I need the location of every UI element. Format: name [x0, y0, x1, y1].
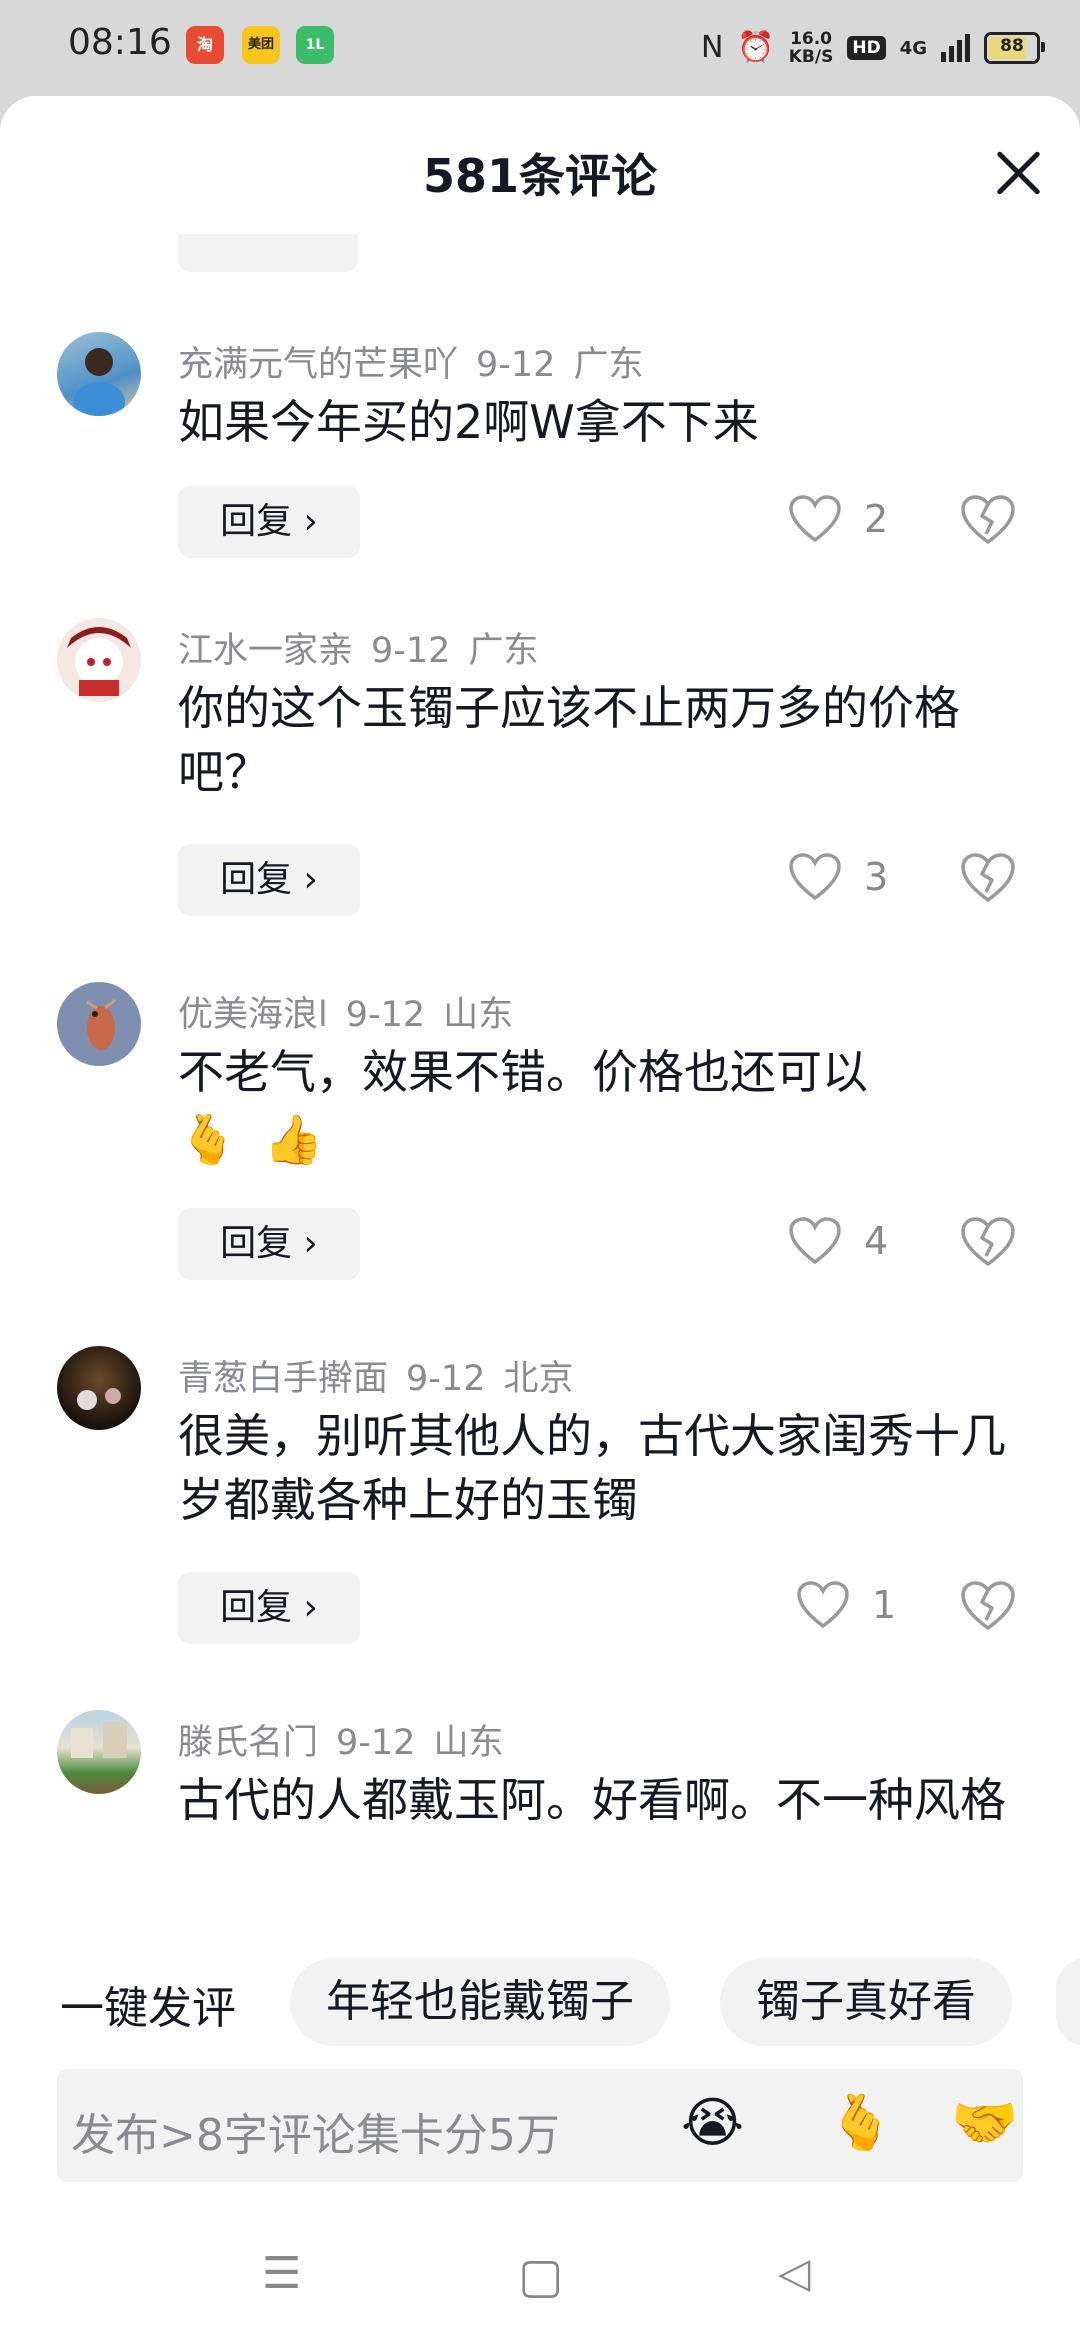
crying-laugh-emoji-button[interactable]: 😭 [681, 2091, 744, 2155]
quick-comment-label: 一键发评 [60, 1983, 236, 2034]
comment-input-placeholder: 发布>8字评论集卡分5万 [71, 2110, 560, 2161]
avatar[interactable] [57, 1346, 141, 1430]
status-bar: 08:16 淘 美团 1L N ⏰ 16.0 KB/S HD 4G 88 [0, 0, 1080, 96]
comment-text: 如果今年买的2啊W拿不下来 [178, 395, 759, 449]
comment-username[interactable]: 江水一家亲 [178, 631, 353, 671]
like-count: 3 [864, 855, 889, 899]
meituan-icon: 美团 [242, 26, 280, 64]
quick-comment-chip[interactable]: 年轻也能戴镯子 [290, 1958, 670, 2046]
comment-item: 青葱白手擀面 9-12 北京 很美，别听其他人的，古代大家闺秀十几岁都戴各种上好的玉… [0, 1346, 1080, 1644]
comment-username[interactable]: 滕氏名门 [178, 1723, 318, 1763]
comment-username[interactable]: 青葱白手擀面 [178, 1359, 388, 1399]
comment-location: 山东 [443, 995, 514, 1035]
like-control[interactable]: 4 [788, 1216, 888, 1266]
comment-emojis: 🫰 👍 [178, 1110, 324, 1170]
avatar[interactable] [57, 618, 141, 702]
green-app-icon: 1L [296, 26, 334, 64]
comment-location: 北京 [503, 1359, 574, 1399]
comment-text: 很美，别听其他人的，古代大家闺秀十几岁都戴各种上好的玉镯 [178, 1409, 1006, 1527]
like-count: 2 [864, 497, 889, 541]
avatar[interactable] [57, 982, 141, 1066]
comment-text: 古代的人都戴玉阿。好看啊。不一种风格 [178, 1773, 1006, 1827]
hd-badge: HD [847, 36, 886, 60]
comment-location: 山东 [433, 1723, 504, 1763]
reply-button[interactable]: 回复 › [178, 486, 360, 558]
quick-comment-chip[interactable]: 镯子真好看 [720, 1958, 1012, 2046]
comment-meta: 滕氏名门 9-12 山东 [178, 1714, 521, 1765]
like-control[interactable]: 3 [788, 852, 888, 902]
thumbs-up-emoji: 👍 [263, 1112, 324, 1168]
reply-button[interactable]: 回复 › [178, 1572, 360, 1644]
dislike-icon[interactable] [960, 1580, 1016, 1632]
comment-item: 江水一家亲 9-12 广东 你的这个玉镯子应该不止两万多的价格吧？ 回复 › 3 [0, 618, 1080, 916]
home-icon[interactable]: ▢ [518, 2248, 563, 2304]
comment-username[interactable]: 充满元气的芒果吖 [178, 345, 458, 385]
status-icons: N ⏰ 16.0 KB/S HD 4G 88 [700, 20, 1045, 76]
comment-item: 滕氏名门 9-12 山东 古代的人都戴玉阿。好看啊。不一种风格 [0, 1710, 1080, 1910]
comment-text: 不老气，效果不错。价格也还可以 [178, 1045, 868, 1099]
close-icon[interactable] [986, 140, 1050, 204]
comment-date: 9-12 [345, 995, 426, 1035]
comment-input[interactable]: 发布>8字评论集卡分5万 😭 🫰 🤝 [57, 2069, 1023, 2182]
comment-date: 9-12 [476, 345, 556, 385]
heart-icon[interactable] [796, 1580, 850, 1630]
dislike-icon[interactable] [960, 1216, 1016, 1268]
comment-meta: 优美海浪l 9-12 山东 [178, 986, 531, 1037]
comment-count-title: 581条评论 [422, 149, 658, 203]
network-speed: 16.0 KB/S [788, 29, 834, 67]
comment-meta: 江水一家亲 9-12 广东 [178, 622, 556, 673]
like-count: 1 [872, 1583, 897, 1627]
avatar[interactable] [57, 332, 141, 416]
alarm-icon: ⏰ [737, 30, 775, 65]
comment-date: 9-12 [371, 631, 451, 671]
quick-comment-chip-partial[interactable] [1056, 1958, 1080, 2046]
avatar[interactable] [57, 1710, 141, 1794]
signal-icon [941, 34, 970, 62]
battery-icon: 88 [984, 32, 1045, 64]
comment-item: 优美海浪l 9-12 山东 不老气，效果不错。价格也还可以 🫰 👍 回复 › 4 [0, 982, 1080, 1280]
comments-sheet: 581条评论 充满元气的芒果吖 9-12 广东 如果今年买的2啊W拿不下来 回复 ›… [0, 96, 1080, 2340]
like-control[interactable]: 1 [796, 1580, 896, 1630]
back-icon[interactable]: ◁ [778, 2248, 810, 2297]
comment-text: 你的这个玉镯子应该不止两万多的价格吧？ [178, 681, 960, 799]
comment-item: 充满元气的芒果吖 9-12 广东 如果今年买的2啊W拿不下来 回复 › 2 [0, 332, 1080, 558]
reply-button[interactable]: 回复 › [178, 1208, 360, 1280]
system-nav-bar: ☰ ▢ ◁ [0, 2200, 1080, 2340]
comment-date: 9-12 [336, 1723, 416, 1763]
dislike-icon[interactable] [960, 494, 1016, 546]
menu-icon[interactable]: ☰ [262, 2248, 301, 2299]
dislike-icon[interactable] [960, 852, 1016, 904]
comment-meta: 充满元气的芒果吖 9-12 广东 [178, 336, 661, 387]
nfc-icon: N [700, 30, 724, 65]
taobao-icon: 淘 [186, 26, 224, 64]
network-type: 4G [899, 37, 927, 59]
quick-comment-bar: 一键发评 年轻也能戴镯子 镯子真好看 [0, 1956, 1080, 2052]
comment-username[interactable]: 优美海浪l [178, 995, 328, 1035]
comment-location: 广东 [468, 631, 539, 671]
like-count: 4 [864, 1219, 889, 1263]
like-control[interactable]: 2 [788, 494, 888, 544]
reply-button[interactable]: 回复 › [178, 844, 360, 916]
heart-icon[interactable] [788, 494, 842, 544]
comment-location: 广东 [573, 345, 644, 385]
comment-meta: 青葱白手擀面 9-12 北京 [178, 1350, 591, 1401]
heart-icon[interactable] [788, 1216, 842, 1266]
heart-icon[interactable] [788, 852, 842, 902]
status-time: 08:16 [68, 22, 172, 63]
finger-heart-emoji-button[interactable]: 🫰 [827, 2091, 894, 2155]
finger-heart-emoji: 🫰 [178, 1112, 238, 1168]
handshake-emoji-button[interactable]: 🤝 [951, 2091, 1018, 2155]
comment-date: 9-12 [406, 1359, 486, 1399]
